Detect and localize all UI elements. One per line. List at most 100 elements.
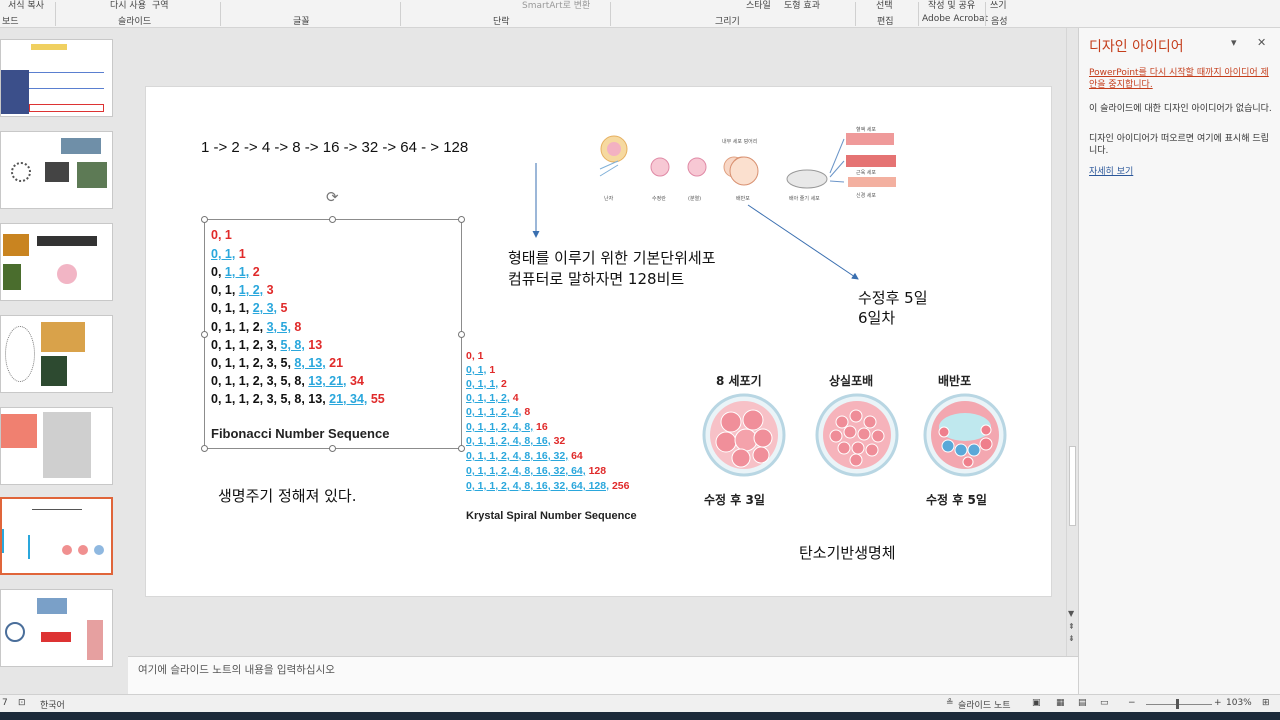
resize-handle[interactable] (201, 445, 208, 452)
cell-image-label: (분열) (688, 195, 701, 202)
spellcheck-icon[interactable]: ⊡ (18, 698, 26, 708)
krystal-row: 0, 1, 1, 2 (466, 378, 507, 390)
zoom-in-icon[interactable]: + (1214, 698, 1222, 708)
slide-sorter-icon[interactable]: ▦ (1056, 698, 1065, 708)
language-indicator[interactable]: 한국어 (40, 698, 65, 711)
section-button[interactable]: 구역 (152, 0, 169, 11)
smartart-button[interactable]: SmartArt로 변환 (522, 0, 590, 11)
slide-thumbnail[interactable] (0, 407, 113, 485)
no-ideas-text: 이 슬라이드에 대한 디자인 아이디어가 없습니다. (1089, 104, 1272, 114)
embryo-blastocyst-image (923, 393, 1007, 477)
rotate-handle-icon[interactable]: ⟳ (326, 188, 339, 206)
speaker-notes-area[interactable]: 여기에 슬라이드 노트의 내용을 입력하십시오 (128, 656, 1078, 694)
resize-handle[interactable] (201, 331, 208, 338)
vertical-scrollbar[interactable]: ▼ ⇞ ⇟ (1066, 28, 1078, 656)
normal-view-icon[interactable]: ▣ (1032, 698, 1041, 708)
ribbon-divider (855, 2, 856, 26)
krystal-row: 0, 1, 1, 2, 4, 8, 16, 32, 64, 128 (466, 465, 607, 477)
zoom-level[interactable]: 103% (1226, 698, 1252, 708)
slide-thumbnail[interactable] (0, 223, 113, 301)
resize-handle[interactable] (201, 216, 208, 223)
slide-thumbnail[interactable] (0, 39, 113, 117)
krystal-title: Krystal Spiral Number Sequence (466, 510, 637, 522)
notes-icon[interactable]: ≗ (946, 698, 954, 708)
cell-image-label: 난자 (604, 195, 614, 202)
previous-slide-icon[interactable]: ⇞ (1068, 622, 1075, 631)
zoom-slider[interactable] (1146, 704, 1212, 705)
fibonacci-row: 0, 1, 1, 2, 3, 5, 8, 13, 21, 34, 55 (211, 392, 385, 406)
group-drawing: 그리기 (715, 17, 740, 27)
zoom-out-icon[interactable]: − (1128, 698, 1136, 708)
pane-options-icon[interactable]: ▾ (1231, 36, 1237, 49)
shape-effects-button[interactable]: 도형 효과 (784, 0, 820, 11)
fibonacci-row: 0, 1, 1 (211, 247, 246, 261)
krystal-row: 0, 1, 1, 2, 4 (466, 392, 519, 404)
dictate-button[interactable]: 쓰기 (990, 0, 1007, 11)
next-slide-icon[interactable]: ⇟ (1068, 634, 1075, 643)
resize-handle[interactable] (329, 445, 336, 452)
resize-handle[interactable] (329, 216, 336, 223)
ribbon-divider (610, 2, 611, 26)
close-icon[interactable]: ✕ (1257, 36, 1266, 49)
slide-thumbnail-panel (0, 28, 128, 694)
cell-image-label: 근육 세포 (856, 169, 876, 176)
group-voice: 음성 (991, 17, 1008, 27)
ribbon-divider (985, 2, 986, 26)
slide-thumbnail[interactable] (0, 131, 113, 209)
fibonacci-row: 0, 1, 1, 2, 3, 5, 8, 13, 21 (211, 356, 344, 370)
scroll-thumb[interactable] (1069, 446, 1076, 526)
slide-thumbnail-selected[interactable] (0, 497, 113, 575)
ideas-info-text: 디자인 아이디어가 떠오르면 여기에 표시해 드립니다. (1089, 134, 1269, 156)
resize-handle[interactable] (458, 445, 465, 452)
ribbon-divider (400, 2, 401, 26)
day-note-line2: 6일차 (858, 309, 896, 327)
day-note-line1: 수정후 5일 (858, 289, 928, 307)
resize-handle[interactable] (458, 216, 465, 223)
status-bar: 7 ⊡ 한국어 ≗ 슬라이드 노트 ▣ ▦ ▤ ▭ − + 103% ⊞ (0, 694, 1280, 712)
create-share-button[interactable]: 작성 및 공유 (928, 0, 975, 11)
group-adobe-acrobat: Adobe Acrobat (922, 14, 989, 24)
fibonacci-row: 0, 1, 1, 2, 3, 5 (211, 301, 288, 315)
ribbon-divider (918, 2, 919, 26)
restart-warning-link[interactable]: PowerPoint를 다시 시작할 때까지 아이디어 제안을 중지합니다. (1089, 67, 1274, 91)
cell-image-label: 배아 줄기 세포 (789, 195, 820, 202)
reuse-slides-button[interactable]: 다시 사용 (110, 0, 146, 11)
select-button[interactable]: 선택 (876, 0, 893, 11)
notes-toggle-button[interactable]: 슬라이드 노트 (958, 698, 1011, 711)
cell-image-label: 수정란 (652, 195, 666, 202)
cell-image-label: 혈액 세포 (856, 126, 876, 133)
krystal-row: 0, 1, 1, 2, 4, 8 (466, 406, 531, 418)
krystal-row: 0, 1 (466, 350, 484, 362)
style-button[interactable]: 스타일 (746, 0, 771, 11)
cell-image-label: 배반포 (736, 195, 750, 202)
slideshow-icon[interactable]: ▭ (1100, 698, 1109, 708)
krystal-row: 0, 1, 1 (466, 364, 496, 376)
slide-thumbnail[interactable] (0, 315, 113, 393)
fibonacci-title: Fibonacci Number Sequence (211, 426, 390, 441)
slide-thumbnail[interactable] (0, 589, 113, 667)
notes-placeholder: 여기에 슬라이드 노트의 내용을 입력하십시오 (138, 664, 335, 676)
fibonacci-row: 0, 1, 1, 2, 3 (211, 283, 274, 297)
embryo-8cell-image (702, 393, 786, 477)
zoom-slider-knob[interactable] (1176, 699, 1179, 709)
learn-more-link[interactable]: 자세히 보기 (1089, 164, 1133, 177)
resize-handle[interactable] (458, 331, 465, 338)
reading-view-icon[interactable]: ▤ (1078, 698, 1087, 708)
slide[interactable]: 1 -> 2 -> 4 -> 8 -> 16 -> 32 -> 64 - > 1… (145, 86, 1052, 597)
krystal-row: 0, 1, 1, 2, 4, 8, 16 (466, 421, 548, 433)
basic-cell-note-line1: 형태를 이루기 위한 기본단위세포 (508, 249, 716, 267)
taskbar (0, 712, 1280, 720)
group-editing: 편집 (877, 17, 894, 27)
krystal-row: 0, 1, 1, 2, 4, 8, 16, 32, 64, 128, 256 (466, 480, 630, 492)
design-ideas-pane: 디자인 아이디어 ▾ ✕ PowerPoint를 다시 시작할 때까지 아이디어… (1078, 28, 1280, 694)
embryo-morula-image (815, 393, 899, 477)
pane-title: 디자인 아이디어 (1089, 39, 1184, 55)
fit-to-window-icon[interactable]: ⊞ (1262, 698, 1270, 708)
scroll-down-arrow-icon[interactable]: ▼ (1068, 609, 1074, 618)
ribbon-divider (220, 2, 221, 26)
fibonacci-row: 0, 1, 1, 2, 3, 5, 8, 13, 21, 34 (211, 374, 364, 388)
stem-cell-differentiation-image: 난자 수정란 (분열) 배반포 배아 줄기 세포 내부 세포 덩어리 혈액 세포… (599, 126, 896, 202)
ribbon-divider (55, 2, 56, 26)
fibonacci-row: 0, 1 (211, 228, 232, 242)
format-painter-button[interactable]: 서식 복사 (8, 0, 44, 11)
